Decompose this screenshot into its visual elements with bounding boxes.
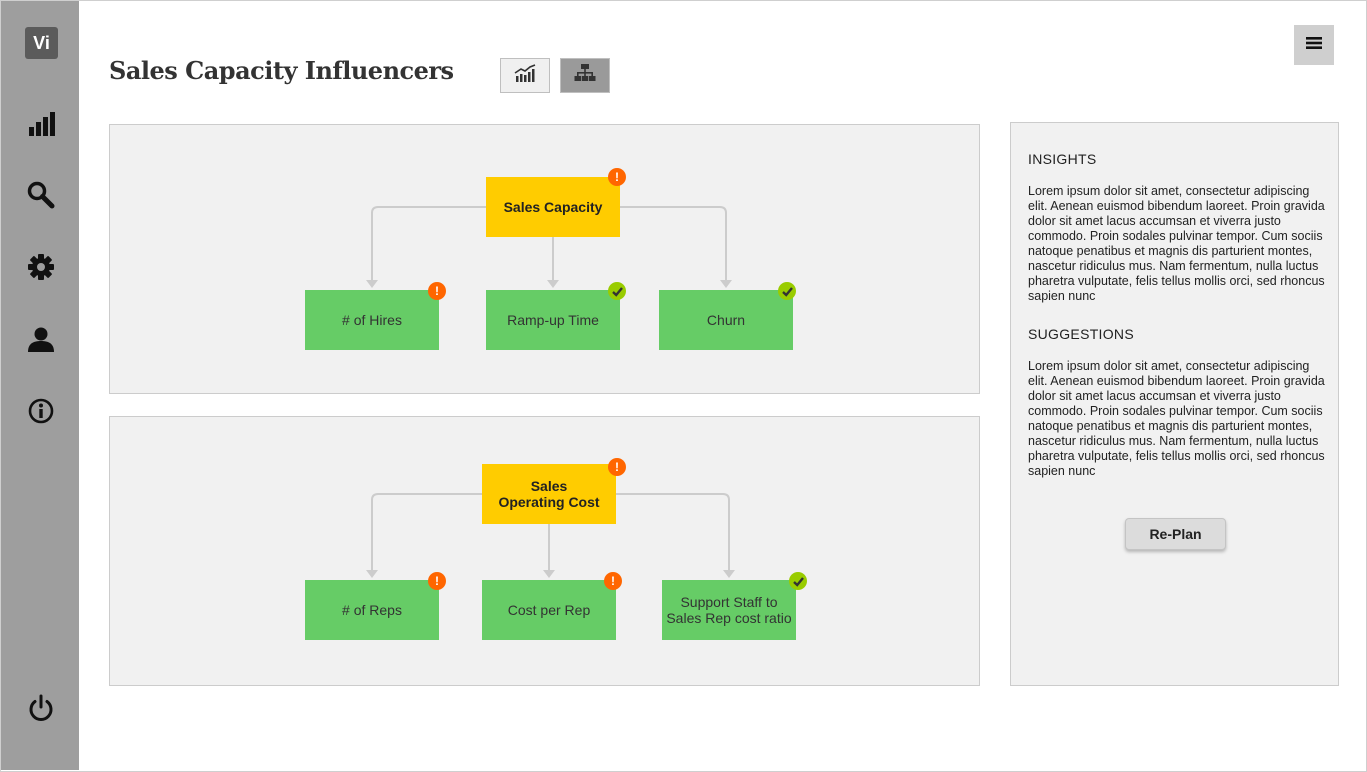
org-chart-icon bbox=[574, 63, 596, 88]
checkmark-icon bbox=[608, 282, 626, 300]
suggestions-title: SUGGESTIONS bbox=[1028, 326, 1134, 342]
suggestions-text: Lorem ipsum dolor sit amet, consectetur … bbox=[1028, 359, 1325, 478]
node-label: # of Reps bbox=[342, 602, 402, 618]
warning-icon: ! bbox=[604, 572, 622, 590]
node-ramp-up-time[interactable]: Ramp-up Time bbox=[486, 290, 620, 350]
power-icon[interactable] bbox=[26, 693, 56, 723]
node-churn[interactable]: Churn bbox=[659, 290, 793, 350]
warning-icon: ! bbox=[428, 572, 446, 590]
chart-view-button[interactable] bbox=[500, 58, 550, 93]
node-hires[interactable]: # of Hires bbox=[305, 290, 439, 350]
user-icon[interactable] bbox=[26, 325, 56, 355]
replan-button[interactable]: Re-Plan bbox=[1125, 518, 1226, 550]
sidebar: Vi bbox=[1, 1, 79, 770]
node-label: Cost per Rep bbox=[507, 602, 591, 618]
search-icon[interactable] bbox=[26, 180, 56, 210]
checkmark-icon bbox=[778, 282, 796, 300]
app-logo[interactable]: Vi bbox=[25, 27, 58, 59]
tree-view-button[interactable] bbox=[560, 58, 610, 93]
node-sales-capacity[interactable]: Sales Capacity bbox=[486, 177, 620, 237]
node-cost-per-rep[interactable]: Cost per Rep bbox=[482, 580, 616, 640]
operating-cost-tree-panel bbox=[109, 416, 980, 686]
insights-title: INSIGHTS bbox=[1028, 151, 1097, 167]
menu-button[interactable] bbox=[1294, 25, 1334, 65]
node-label: Ramp-up Time bbox=[507, 312, 599, 328]
node-label: Support Staff to Sales Rep cost ratio bbox=[666, 594, 792, 626]
gear-icon[interactable] bbox=[26, 252, 56, 282]
bar-chart-icon[interactable] bbox=[26, 109, 56, 139]
node-label: Sales Capacity bbox=[503, 199, 603, 215]
checkmark-icon bbox=[789, 572, 807, 590]
node-sales-operating-cost[interactable]: Sales Operating Cost bbox=[482, 464, 616, 524]
node-reps[interactable]: # of Reps bbox=[305, 580, 439, 640]
node-label: # of Hires bbox=[342, 312, 402, 328]
node-label: Sales Operating Cost bbox=[498, 478, 600, 510]
warning-icon: ! bbox=[608, 458, 626, 476]
node-support-staff-ratio[interactable]: Support Staff to Sales Rep cost ratio bbox=[662, 580, 796, 640]
insights-text: Lorem ipsum dolor sit amet, consectetur … bbox=[1028, 184, 1325, 303]
info-icon[interactable] bbox=[26, 396, 56, 426]
node-label: Churn bbox=[706, 312, 746, 328]
page-title: Sales Capacity Influencers bbox=[109, 56, 454, 85]
sales-capacity-tree-panel bbox=[109, 124, 980, 394]
line-chart-icon bbox=[513, 63, 537, 88]
warning-icon: ! bbox=[608, 168, 626, 186]
warning-icon: ! bbox=[428, 282, 446, 300]
hamburger-icon bbox=[1306, 36, 1322, 55]
